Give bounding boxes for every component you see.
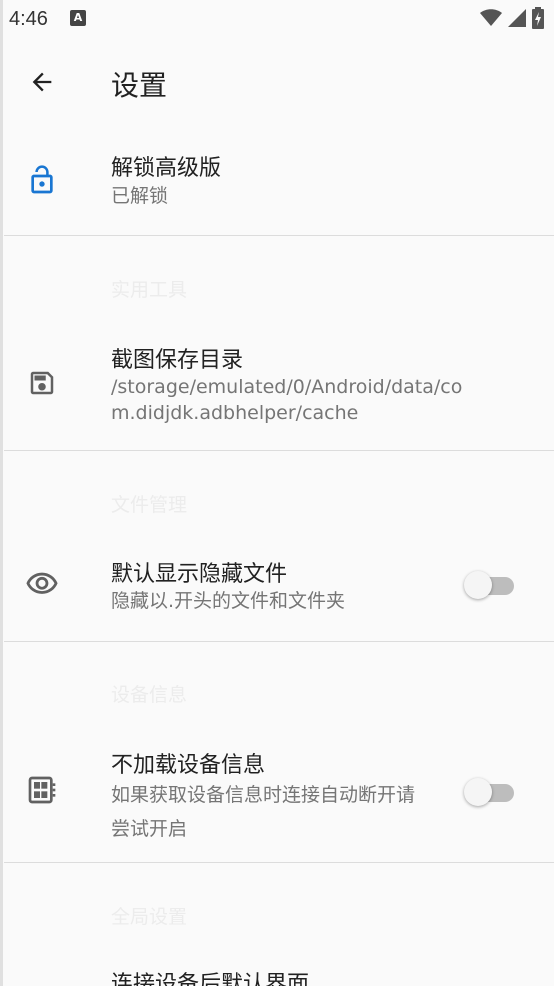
battery-charging-icon [532,7,544,29]
divider [4,862,554,863]
default-page-title: 连接设备后默认界面 [111,972,310,986]
show-hidden-switch[interactable] [464,567,514,603]
no-device-info-summary: 如果获取设备信息时连接自动断开请尝试开启 [111,784,416,840]
wifi-icon [480,9,502,26]
divider [4,641,554,642]
unlock-title: 解锁高级版 [111,156,222,181]
category-tools: 实用工具 [111,279,188,301]
divider [4,235,554,236]
eye-icon-svg [26,572,58,594]
back-button[interactable] [18,58,66,106]
save-icon [24,365,60,401]
category-device-info: 设备信息 [111,684,188,706]
eye-icon [24,566,60,602]
screenshot-dir-summary: /storage/emulated/0/Android/data/com.did… [111,376,463,424]
show-hidden-summary: 隐藏以.开头的文件和文件夹 [111,590,346,612]
save-icon-svg [30,371,54,395]
status-icons [480,6,544,30]
switch-thumb [464,778,492,806]
lock-icon-svg [31,165,53,194]
app-bar: 设置 [0,40,554,124]
chip-icon [24,772,60,808]
category-global-settings: 全局设置 [111,906,188,928]
status-bar: 4:46 A [0,0,554,40]
screenshot-dir-row[interactable]: 截图保存目录 /storage/emulated/0/Android/data/… [0,330,554,450]
notification-icon: A [70,10,86,26]
status-time: 4:46 [9,8,48,30]
unlock-summary: 已解锁 [111,185,169,207]
divider [4,450,554,451]
lock-icon [24,162,60,198]
switch-thumb [464,571,492,599]
arrow-back-icon [32,72,52,92]
default-page-row[interactable]: 连接设备后默认界面 [0,960,554,986]
page-title: 设置 [111,69,168,102]
no-device-info-title: 不加载设备信息 [111,753,266,778]
no-device-info-switch[interactable] [464,774,514,810]
cell-signal-icon [508,9,526,27]
unlock-premium-row[interactable]: 解锁高级版 已解锁 [0,130,554,235]
no-device-info-row[interactable]: 不加载设备信息 如果获取设备信息时连接自动断开请尝试开启 [0,740,554,862]
category-file-management: 文件管理 [111,494,188,516]
show-hidden-files-row[interactable]: 默认显示隐藏文件 隐藏以.开头的文件和文件夹 [0,540,554,640]
show-hidden-title: 默认显示隐藏文件 [111,562,288,587]
chip-icon-svg [28,776,56,804]
screenshot-dir-title: 截图保存目录 [111,348,244,373]
